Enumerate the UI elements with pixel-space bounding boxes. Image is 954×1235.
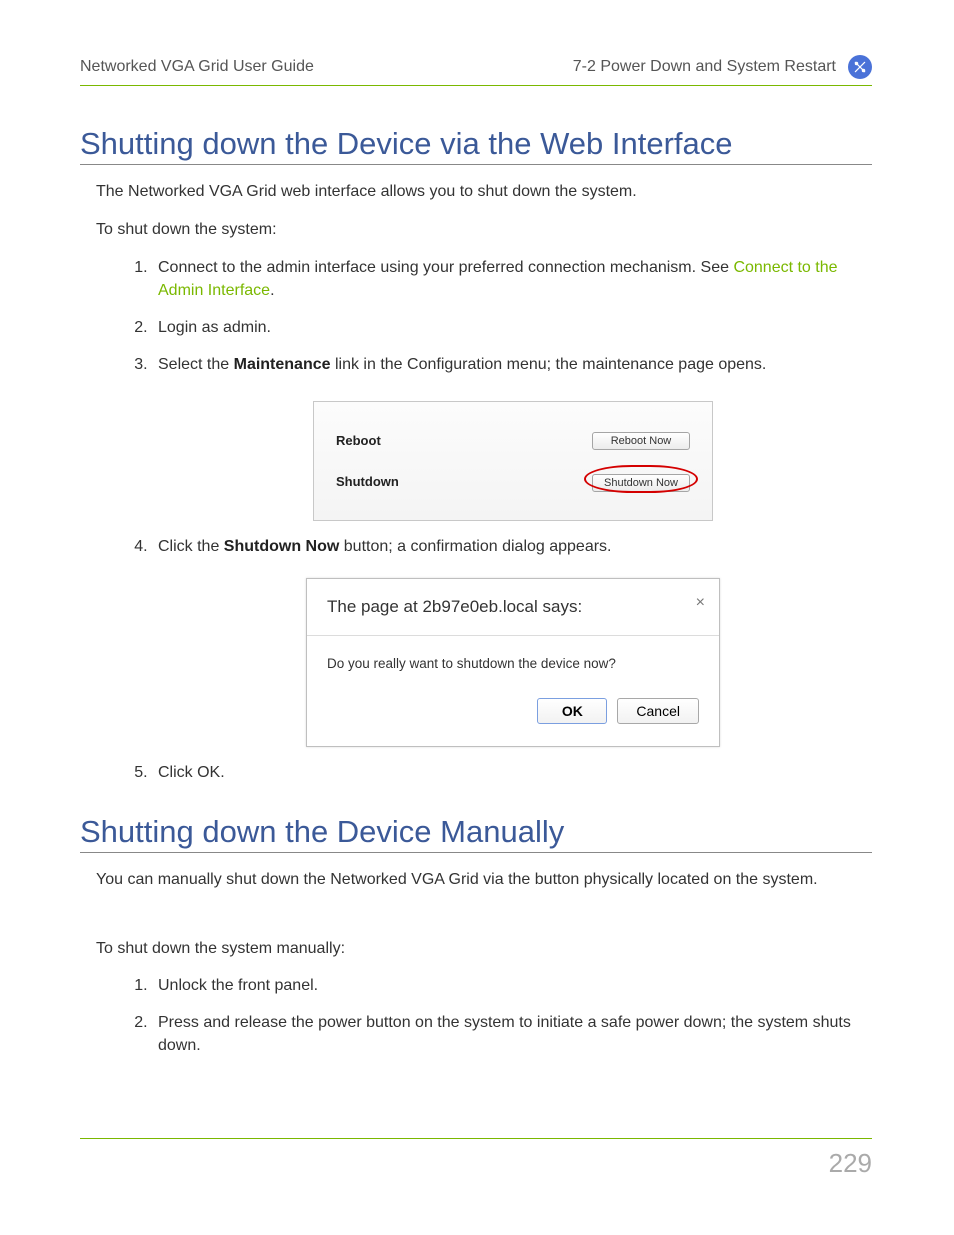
section2-body: You can manually shut down the Networked… — [80, 869, 872, 1057]
shutdown-row: Shutdown Shutdown Now — [336, 470, 690, 493]
shutdown-label: Shutdown — [336, 473, 399, 492]
section1-lead: To shut down the system: — [96, 219, 868, 241]
section-heading-web-shutdown: Shutting down the Device via the Web Int… — [80, 126, 872, 165]
shutdown-now-button[interactable]: Shutdown Now — [592, 474, 690, 492]
close-icon[interactable]: × — [696, 595, 705, 611]
step3-text-a: Select the — [158, 356, 234, 373]
step1-text-a: Connect to the admin interface using you… — [158, 259, 733, 276]
step-4: Click the Shutdown Now button; a confirm… — [152, 535, 868, 747]
footer-rule — [80, 1138, 872, 1139]
ok-button[interactable]: OK — [537, 698, 607, 724]
step-3: Select the Maintenance link in the Confi… — [152, 353, 868, 520]
page-header: Networked VGA Grid User Guide 7-2 Power … — [80, 55, 872, 86]
section2-lead: To shut down the system manually: — [96, 938, 868, 960]
document-page: Networked VGA Grid User Guide 7-2 Power … — [0, 0, 954, 1235]
section2-steps: Unlock the front panel. Press and releas… — [96, 974, 868, 1058]
step4-text-b: button; a confirmation dialog appears. — [339, 538, 611, 555]
maintenance-panel-figure: Reboot Reboot Now Shutdown Shutdown Now — [313, 401, 713, 521]
step3-keyword: Maintenance — [234, 356, 331, 373]
section-heading-manual-shutdown: Shutting down the Device Manually — [80, 814, 872, 853]
section1-intro: The Networked VGA Grid web interface all… — [96, 181, 868, 203]
reboot-row: Reboot Reboot Now — [336, 432, 690, 451]
cancel-button[interactable]: Cancel — [617, 698, 699, 724]
manual-step-1: Unlock the front panel. — [152, 974, 868, 997]
reboot-label: Reboot — [336, 432, 381, 451]
step-1: Connect to the admin interface using you… — [152, 256, 868, 302]
page-number: 229 — [829, 1148, 872, 1179]
reboot-now-button[interactable]: Reboot Now — [592, 432, 690, 450]
step4-text-a: Click the — [158, 538, 224, 555]
manual-step-2: Press and release the power button on th… — [152, 1011, 868, 1057]
dialog-title: The page at 2b97e0eb.local says: — [327, 595, 582, 620]
tools-icon — [848, 55, 872, 79]
step3-text-b: link in the Configuration menu; the main… — [331, 356, 767, 373]
dialog-header: The page at 2b97e0eb.local says: × — [307, 579, 719, 632]
step-5: Click OK. — [152, 761, 868, 784]
section2-intro: You can manually shut down the Networked… — [96, 869, 868, 891]
step1-text-b: . — [270, 282, 274, 299]
step4-keyword: Shutdown Now — [224, 538, 340, 555]
header-left: Networked VGA Grid User Guide — [80, 58, 314, 76]
header-section-label: 7-2 Power Down and System Restart — [573, 58, 836, 76]
section1-body: The Networked VGA Grid web interface all… — [80, 181, 872, 784]
dialog-message: Do you really want to shutdown the devic… — [307, 636, 719, 698]
dialog-actions: OK Cancel — [307, 698, 719, 746]
section1-steps: Connect to the admin interface using you… — [96, 256, 868, 784]
step-2: Login as admin. — [152, 316, 868, 339]
header-right-group: 7-2 Power Down and System Restart — [573, 55, 872, 79]
confirm-dialog-figure: The page at 2b97e0eb.local says: × Do yo… — [306, 578, 720, 747]
shutdown-highlight: Shutdown Now — [592, 470, 690, 493]
